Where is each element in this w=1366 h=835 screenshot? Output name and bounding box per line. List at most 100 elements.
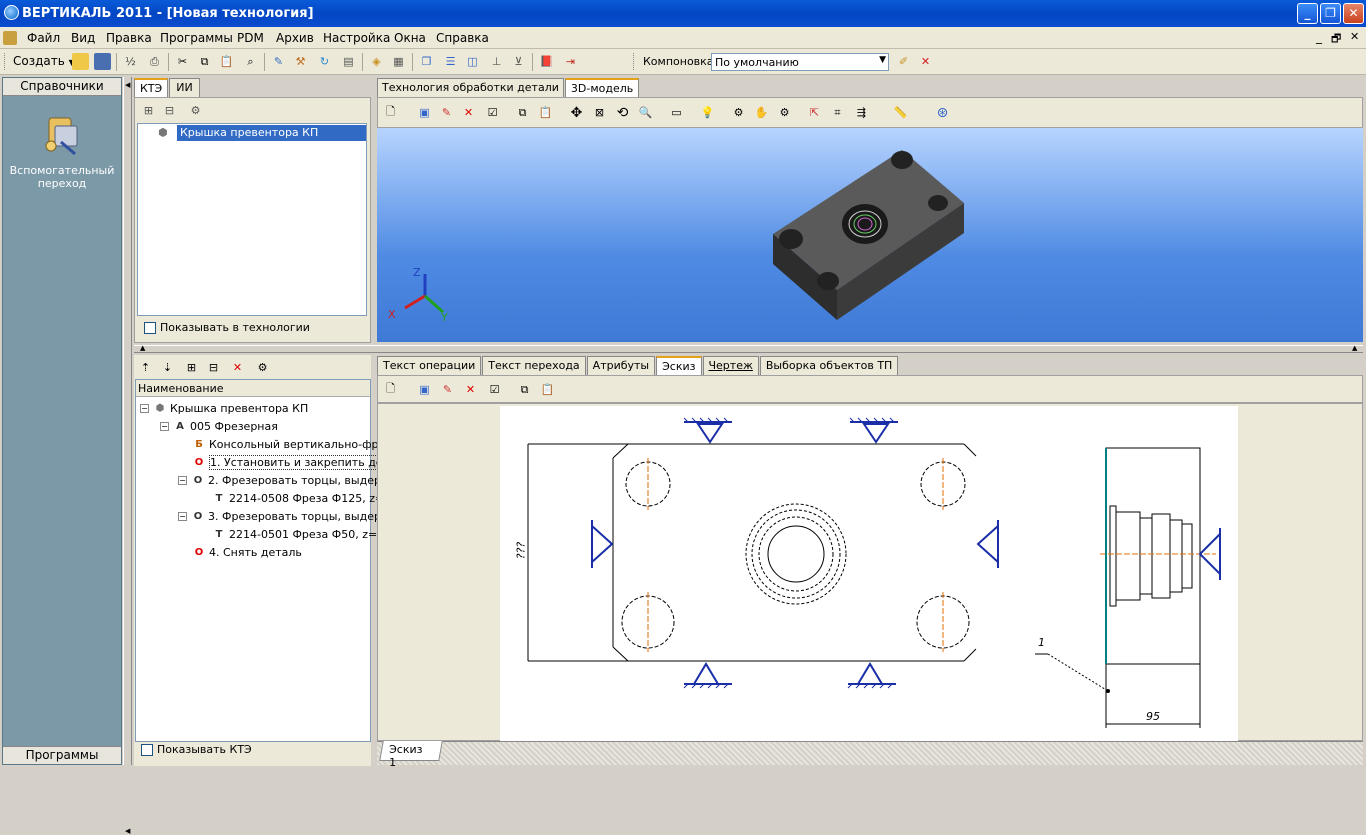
- paste-icon[interactable]: 📋: [218, 53, 235, 70]
- tree-node-step[interactable]: О 1. Установить и закрепить де: [192, 453, 385, 471]
- tree-expand-icon[interactable]: ⊞: [183, 359, 200, 376]
- properties-icon[interactable]: ☑: [486, 381, 503, 398]
- section-icon[interactable]: ⇶: [853, 104, 870, 121]
- measure-icon[interactable]: ⚒: [292, 53, 309, 70]
- collapse-up-icon[interactable]: ▲: [1352, 344, 1357, 352]
- tree-node-equipment[interactable]: Б Консольный вертикально-фре: [192, 435, 385, 453]
- column-header-name[interactable]: Наименование: [136, 380, 370, 397]
- save-icon[interactable]: [94, 53, 111, 70]
- edit-icon[interactable]: ✎: [439, 381, 456, 398]
- tab-drawing[interactable]: Чертеж: [702, 356, 759, 375]
- zoom-fit-icon[interactable]: ⊠: [591, 104, 608, 121]
- 3d-viewport[interactable]: Z X Y: [377, 128, 1363, 342]
- copy-icon[interactable]: ⧉: [516, 381, 533, 398]
- paste-icon[interactable]: 📋: [539, 381, 556, 398]
- delete-node-icon[interactable]: ✕: [229, 359, 246, 376]
- menu-edit[interactable]: Правка: [106, 31, 152, 45]
- paste-icon[interactable]: 📋: [537, 104, 554, 121]
- mdi-minimize-button[interactable]: _: [1316, 30, 1322, 44]
- tree-collapse-icon[interactable]: ⊟: [161, 102, 178, 119]
- tab-tp-objects[interactable]: Выборка объектов ТП: [759, 356, 899, 375]
- tree-node-tool[interactable]: Т 2214-0501 Фреза Ф50, z=6: [212, 525, 385, 543]
- light-icon[interactable]: 💡: [699, 104, 716, 121]
- import-icon[interactable]: ▣: [416, 381, 433, 398]
- delete-layout-icon[interactable]: ✕: [917, 53, 934, 70]
- tab-sketch[interactable]: Эскиз: [656, 356, 702, 375]
- find-icon[interactable]: ⌕: [242, 53, 259, 70]
- ruler-icon[interactable]: 📏: [892, 104, 909, 121]
- menu-pdm[interactable]: PDM: [237, 31, 264, 45]
- tree-node-operation[interactable]: − A 005 Фрезерная: [160, 417, 385, 435]
- menu-archive[interactable]: Архив: [276, 31, 314, 45]
- tab-transition-text[interactable]: Текст перехода: [482, 356, 586, 375]
- tree-node-part[interactable]: − ⬢ Крышка превентора КП: [140, 399, 385, 417]
- auxiliary-transition-icon[interactable]: [41, 112, 85, 156]
- cut-icon[interactable]: ✂: [174, 53, 191, 70]
- copy-icon[interactable]: ⧉: [196, 53, 213, 70]
- show-in-tech-checkbox[interactable]: [144, 322, 156, 334]
- mdi-close-button[interactable]: ✕: [1350, 30, 1359, 43]
- horizontal-splitter[interactable]: ▲ ▲: [134, 344, 1363, 353]
- tree-settings-icon[interactable]: ⚙: [254, 359, 271, 376]
- exit-icon[interactable]: ⇥: [562, 53, 579, 70]
- tile-horizontal-icon[interactable]: ☰: [442, 53, 459, 70]
- copy-icon[interactable]: ⧉: [514, 104, 531, 121]
- tab-sketch-1[interactable]: Эскиз 1: [379, 741, 443, 769]
- auxiliary-transition-label[interactable]: Вспомогательный переход: [7, 164, 117, 190]
- book-icon[interactable]: 📕: [538, 53, 555, 70]
- align-icon[interactable]: ⊻: [510, 53, 527, 70]
- move-up-icon[interactable]: ⇡: [137, 359, 154, 376]
- rotate-icon[interactable]: ⟲: [614, 104, 631, 121]
- new-icon[interactable]: 🗋: [382, 381, 399, 398]
- menu-help[interactable]: Справка: [436, 31, 489, 45]
- cascade-icon[interactable]: ❐: [418, 53, 435, 70]
- minimize-button[interactable]: _: [1297, 3, 1318, 24]
- menu-windows[interactable]: Окна: [394, 31, 426, 45]
- tree-collapse-icon[interactable]: ⊟: [205, 359, 222, 376]
- sketch-canvas[interactable]: ??? 95 1: [500, 406, 1238, 741]
- display-icon[interactable]: ▭: [668, 104, 685, 121]
- properties-icon[interactable]: ☑: [484, 104, 501, 121]
- arrange-icon[interactable]: ⊥: [488, 53, 505, 70]
- show-kte-checkbox[interactable]: [141, 744, 153, 756]
- diamond-icon[interactable]: ◈: [368, 53, 385, 70]
- tree-node-step[interactable]: О 4. Снять деталь: [192, 543, 385, 561]
- orientation-icon[interactable]: ⊛: [934, 104, 951, 121]
- tab-3d-model[interactable]: 3D-модель: [564, 78, 640, 97]
- edit-layout-icon[interactable]: ✐: [895, 53, 912, 70]
- layers-icon[interactable]: ▤: [340, 53, 357, 70]
- frame-icon[interactable]: ⌗: [829, 104, 846, 121]
- layout-select[interactable]: По умолчанию ▼: [711, 53, 889, 71]
- delete-icon[interactable]: ✕: [462, 381, 479, 398]
- new-icon[interactable]: 🗋: [382, 104, 399, 121]
- tree-node-step[interactable]: − О 2. Фрезеровать торцы, выдер: [178, 471, 385, 489]
- tree-expand-icon[interactable]: ⊞: [140, 102, 157, 119]
- mdi-restore-button[interactable]: 🗗: [1331, 30, 1341, 49]
- close-button[interactable]: ✕: [1343, 3, 1364, 24]
- left-splitter[interactable]: ◀ ◀: [123, 77, 132, 835]
- open-icon[interactable]: [72, 53, 89, 70]
- list-icon[interactable]: ▦: [390, 53, 407, 70]
- collapse-icon[interactable]: −: [178, 511, 187, 521]
- link-icon[interactable]: ⚙: [776, 104, 793, 121]
- delete-icon[interactable]: ✕: [460, 104, 477, 121]
- menu-settings[interactable]: Настройка: [323, 31, 390, 45]
- move-down-icon[interactable]: ⇣: [159, 359, 176, 376]
- tree-node-tool[interactable]: Т 2214-0508 Фреза Ф125, z=: [212, 489, 385, 507]
- tab-kte[interactable]: КТЭ: [134, 78, 169, 97]
- tile-vertical-icon[interactable]: ◫: [464, 53, 481, 70]
- collapse-left-icon[interactable]: ◀: [125, 827, 130, 835]
- collapse-up-icon[interactable]: ▲: [140, 344, 145, 352]
- zoom-icon[interactable]: 🔍: [637, 104, 654, 121]
- collapse-icon[interactable]: −: [160, 421, 169, 431]
- tab-ii[interactable]: ИИ: [169, 78, 200, 97]
- import-icon[interactable]: ▣: [416, 104, 433, 121]
- tree-root-selected[interactable]: Крышка превентора КП: [177, 125, 366, 141]
- tab-operation-text[interactable]: Текст операции: [377, 356, 482, 375]
- programs-panel-header[interactable]: Программы: [3, 746, 121, 764]
- gear-icon[interactable]: ⚙: [730, 104, 747, 121]
- collapse-icon[interactable]: −: [140, 403, 149, 413]
- menu-programs[interactable]: Программы: [160, 31, 233, 45]
- tool-icon[interactable]: ✎: [270, 53, 287, 70]
- edit-icon[interactable]: ✎: [438, 104, 455, 121]
